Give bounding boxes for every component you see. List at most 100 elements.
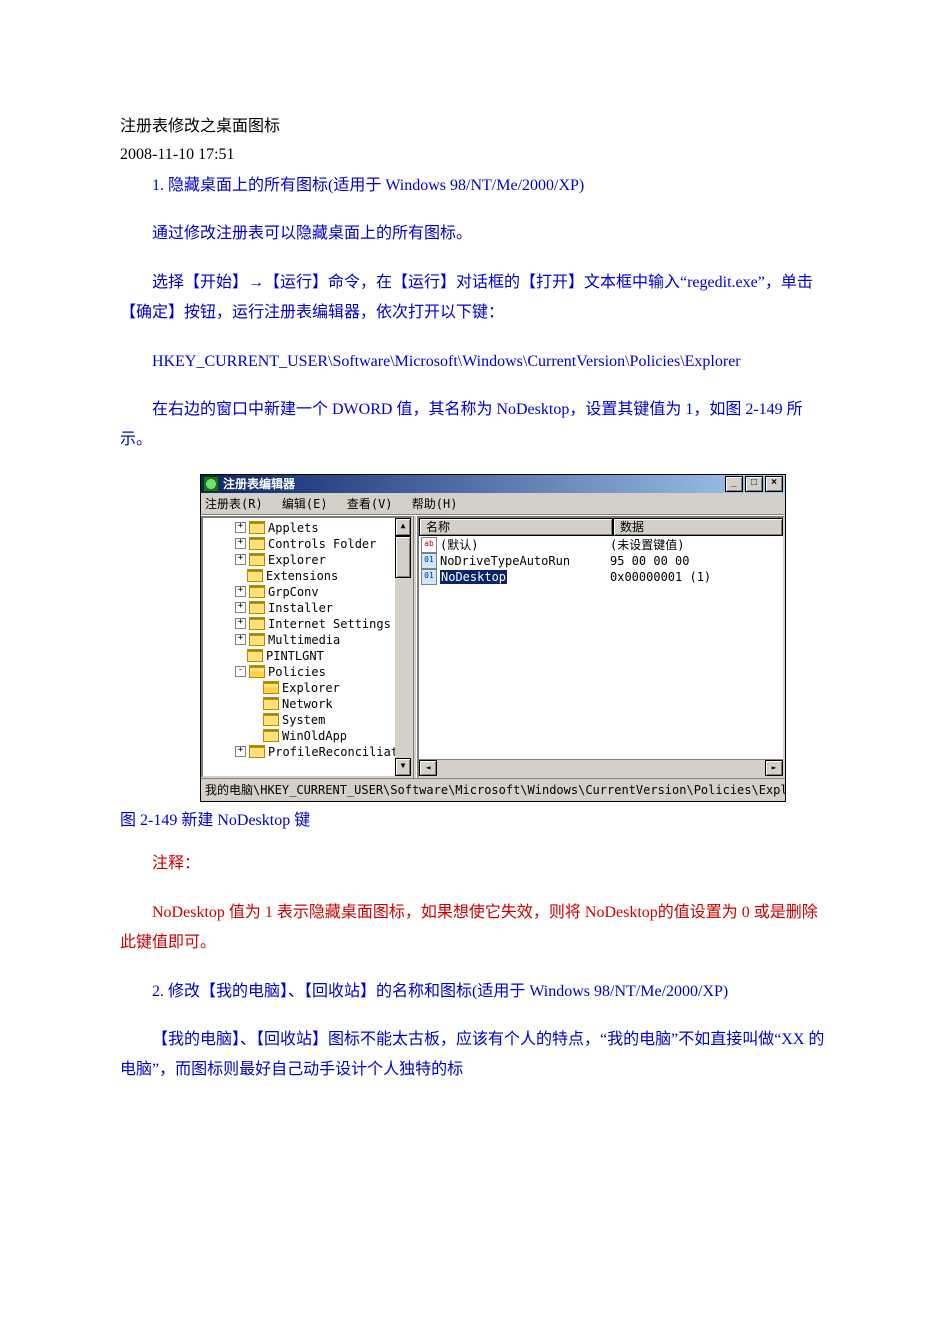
expand-icon[interactable]: + [235,634,246,645]
menu-registry[interactable]: 注册表(R) [205,497,263,511]
figure-caption: 图 2-149 新建 NoDesktop 键 [120,808,825,834]
menu-edit[interactable]: 编辑(E) [282,497,328,511]
section-2-heading: 2. 修改【我的电脑】、【回收站】的名称和图标(适用于 Windows 98/N… [120,977,825,1007]
tree-spacer [251,731,260,740]
expand-icon[interactable]: + [235,618,246,629]
note-body: NoDesktop 值为 1 表示隐藏桌面图标，如果想使它失效，则将 NoDes… [120,898,825,959]
menu-help[interactable]: 帮助(H) [412,497,458,511]
tree-node-label: Installer [268,600,333,616]
tree-node-label: System [282,712,325,728]
value-row[interactable]: ab(默认) (未设置键值) [421,537,781,553]
tree-node[interactable]: + Controls Folder [205,536,411,552]
tree-pane[interactable]: +Applets+Controls Folder+Explorer Extens… [201,516,413,778]
expand-icon[interactable]: + [235,538,246,549]
tree-spacer [251,715,260,724]
folder-icon [249,745,265,758]
tree-spacer [235,651,244,660]
tree-node[interactable]: + Internet Settings [205,616,411,632]
scroll-right-button[interactable]: ► [765,760,783,776]
folder-icon [249,521,265,534]
expand-icon[interactable]: + [235,602,246,613]
expand-icon[interactable]: + [235,586,246,597]
folder-icon [249,537,265,550]
registry-path: HKEY_CURRENT_USER\Software\Microsoft\Win… [120,347,825,377]
tree-node[interactable]: Network [205,696,411,712]
value-name: NoDesktop [440,570,507,584]
folder-icon [247,569,263,582]
scroll-up-button[interactable]: ▲ [395,518,411,536]
tree-node[interactable]: +Multimedia [205,632,411,648]
tree-spacer [251,683,260,692]
value-list-pane[interactable]: 名称 数据 ab(默认) (未设置键值) 01NoDriveTypeAutoRun 9… [417,516,785,778]
value-row[interactable]: 01NoDriveTypeAutoRun 95 00 00 00 [421,553,781,569]
paragraph: 在右边的窗口中新建一个 DWORD 值，其名称为 NoDesktop，设置其键值… [120,395,825,456]
tree-node[interactable]: - Policies [205,664,411,680]
tree-node[interactable]: + Installer [205,600,411,616]
tree-node[interactable]: +Explorer [205,552,411,568]
status-bar: 我的电脑\HKEY_CURRENT_USER\Software\Microsof… [201,778,785,801]
column-header-data[interactable]: 数据 [613,518,783,536]
value-row[interactable]: 01NoDesktop 0x00000001 (1) [421,569,781,585]
tree-node[interactable]: Extensions [205,568,411,584]
folder-icon [263,697,279,710]
vertical-scrollbar[interactable]: ▲▼ [395,518,411,776]
paragraph: 选择【开始】→【运行】命令，在【运行】对话框的【打开】文本框中输入“regedi… [120,268,825,329]
folder-icon [249,585,265,598]
app-icon [203,476,219,492]
tree-node-label: Internet Settings [268,616,391,632]
registry-editor-window: 注册表编辑器 _ □ × 注册表(R) 编辑(E) 查看(V) 帮助(H) + A… [200,474,786,802]
tree-node-label: GrpConv [268,584,319,600]
expand-icon[interactable]: + [235,554,246,565]
expand-icon[interactable]: + [235,746,246,757]
tree-node[interactable]: + ProfileReconciliat [205,744,411,760]
minimize-button[interactable]: _ [725,476,743,492]
tree-node[interactable]: System [205,712,411,728]
menu-bar: 注册表(R) 编辑(E) 查看(V) 帮助(H) [201,493,785,515]
section-1-heading: 1. 隐藏桌面上的所有图标(适用于 Windows 98/NT/Me/2000/… [120,171,825,201]
note-heading: 注释： [120,849,825,879]
binary-value-icon: 01 [421,553,437,569]
scroll-thumb[interactable] [395,536,411,578]
string-value-icon: ab [421,537,437,553]
tree-node-label: PINTLGNT [266,648,324,664]
value-name: (默认) [440,538,478,552]
scroll-left-button[interactable]: ◄ [419,760,437,776]
value-name: NoDriveTypeAutoRun [440,554,570,568]
folder-icon [247,649,263,662]
tree-spacer [251,699,260,708]
maximize-button[interactable]: □ [745,476,763,492]
collapse-icon[interactable]: - [235,666,246,677]
horizontal-scrollbar[interactable]: ◄ ► [419,759,783,776]
folder-icon [249,617,265,630]
tree-node[interactable]: + GrpConv [205,584,411,600]
binary-value-icon: 01 [421,569,437,585]
value-data: 95 00 00 00 [610,554,781,568]
expand-icon[interactable]: + [235,522,246,533]
tree-node-label: Network [282,696,333,712]
folder-icon [249,633,265,646]
tree-node[interactable]: + Applets [205,520,411,536]
column-header-name[interactable]: 名称 [419,518,613,536]
value-data: 0x00000001 (1) [610,570,781,584]
paragraph: 通过修改注册表可以隐藏桌面上的所有图标。 [120,219,825,249]
tree-node-label: Extensions [266,568,338,584]
value-data: (未设置键值) [610,536,781,553]
tree-node-label: Controls Folder [268,536,376,552]
close-button[interactable]: × [765,476,783,492]
folder-icon [249,601,265,614]
folder-icon [263,681,279,694]
tree-node[interactable]: WinOldApp [205,728,411,744]
scroll-down-button[interactable]: ▼ [395,758,411,776]
tree-node-label: ProfileReconciliat [268,744,398,760]
menu-view[interactable]: 查看(V) [347,497,393,511]
tree-node[interactable]: Explorer [205,680,411,696]
folder-icon [249,553,265,566]
tree-node-label: Policies [268,664,326,680]
window-titlebar[interactable]: 注册表编辑器 _ □ × [201,475,785,493]
tree-node-label: Applets [268,520,319,536]
tree-node-label: Explorer [282,680,340,696]
tree-node[interactable]: PINTLGNT [205,648,411,664]
window-title: 注册表编辑器 [223,475,725,492]
folder-icon [263,729,279,742]
doc-timestamp: 2008-11-10 17:51 [120,143,825,167]
